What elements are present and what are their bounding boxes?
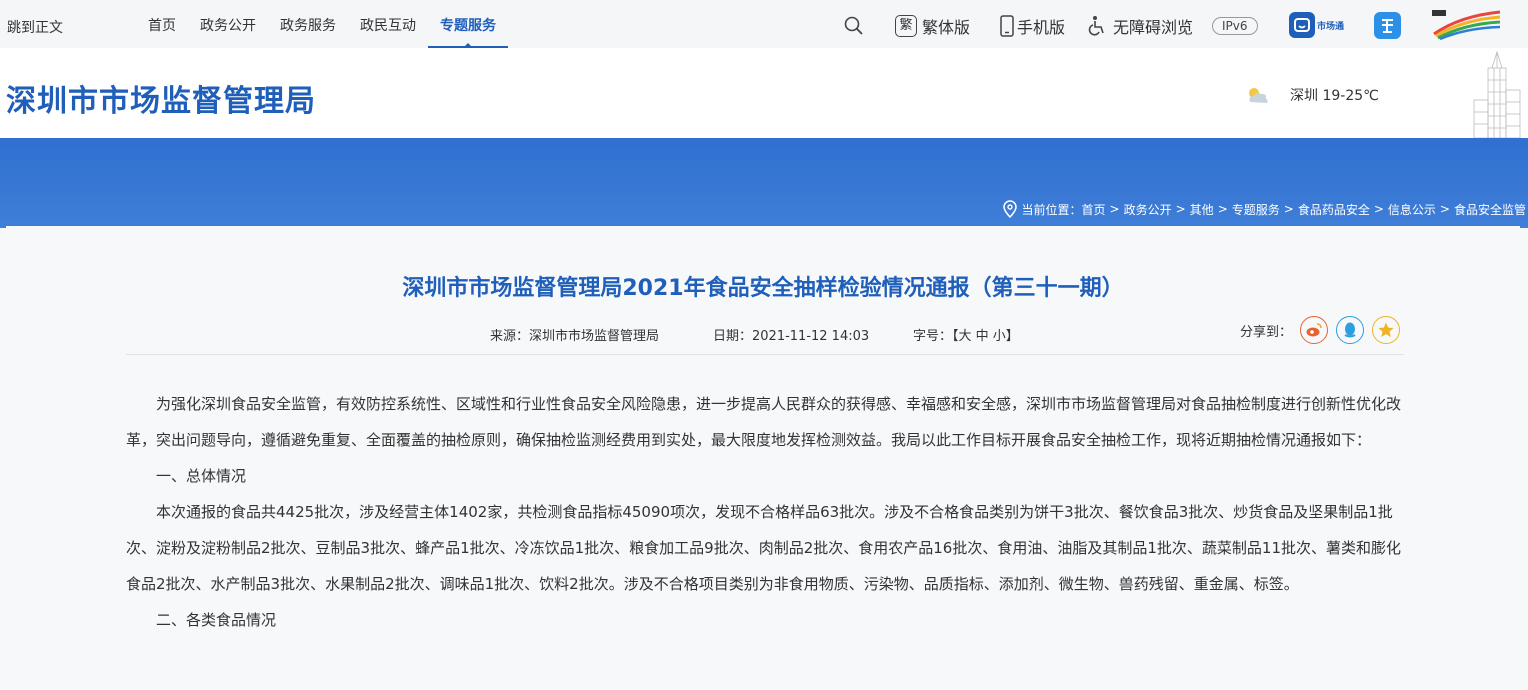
shenzhen-app-icon bbox=[1374, 11, 1401, 39]
breadcrumb-separator: > bbox=[1217, 202, 1228, 216]
accessibility-label: 无障碍浏览 bbox=[1113, 18, 1194, 37]
article-date: 日期：2021-11-12 14:03 bbox=[713, 329, 870, 344]
location-pin-icon bbox=[1002, 200, 1017, 218]
article-source: 来源：深圳市市场监督管理局 bbox=[490, 329, 660, 344]
shenzhen-china-logo-icon bbox=[1432, 10, 1501, 40]
site-title[interactable]: 深圳市市场监督管理局 bbox=[6, 76, 316, 120]
breadcrumb-separator: > bbox=[1109, 202, 1120, 216]
qq-icon bbox=[1344, 322, 1356, 338]
share-bar: 分享到： bbox=[1240, 316, 1401, 344]
top-nav-bar: 跳到正文 首页 政务公开 政务服务 政民互动 专题服务 繁 繁体版 手机版 无障… bbox=[0, 0, 1528, 48]
breadcrumb: 当前位置： 首页 > 政务公开 > 其他 > 专题服务 > 食品药品安全 > 信… bbox=[1002, 200, 1526, 218]
share-label: 分享到： bbox=[1240, 324, 1293, 340]
main-nav: 首页 政务公开 政务服务 政民互动 专题服务 bbox=[136, 0, 508, 48]
market-app-link[interactable]: 市场通 bbox=[1289, 11, 1344, 39]
weather-text: 深圳 19-25℃ bbox=[1290, 88, 1379, 104]
breadcrumb-item-gov-open[interactable]: 政务公开 bbox=[1124, 201, 1172, 218]
nav-special-services[interactable]: 专题服务 bbox=[428, 0, 508, 48]
breadcrumb-item-home[interactable]: 首页 bbox=[1082, 201, 1106, 218]
share-weibo-button[interactable] bbox=[1300, 316, 1329, 344]
skip-to-content-link[interactable]: 跳到正文 bbox=[7, 17, 63, 37]
section-heading: 一、总体情况 bbox=[156, 467, 247, 485]
section-heading: 二、各类食品情况 bbox=[156, 611, 277, 629]
nav-public-interaction[interactable]: 政民互动 bbox=[348, 0, 428, 48]
market-app-icon bbox=[1289, 12, 1315, 38]
traditional-icon: 繁 bbox=[895, 15, 917, 37]
article-body: 为强化深圳食品安全监管，有效防控系统性、区域性和行业性食品安全风险隐患，进一步提… bbox=[126, 386, 1406, 638]
search-button[interactable] bbox=[844, 14, 864, 38]
breadcrumb-item-other[interactable]: 其他 bbox=[1190, 201, 1214, 218]
qzone-star-icon bbox=[1378, 322, 1394, 337]
market-app-label: 市场通 bbox=[1317, 21, 1345, 32]
breadcrumb-separator: > bbox=[1439, 202, 1450, 216]
traditional-label: 繁体版 bbox=[922, 18, 971, 37]
article-title: 深圳市市场监督管理局2021年食品安全抽样检验情况通报（第三十一期） bbox=[402, 276, 1124, 301]
search-icon bbox=[844, 16, 863, 35]
ipv6-label: IPv6 bbox=[1212, 17, 1258, 35]
shenzhen-logo bbox=[1430, 8, 1502, 40]
font-size-selector[interactable]: 字号：【大 中 小】 bbox=[913, 325, 1019, 344]
nav-home[interactable]: 首页 bbox=[136, 0, 188, 48]
cloudy-weather-icon bbox=[1249, 88, 1268, 103]
breadcrumb-item-special[interactable]: 专题服务 bbox=[1232, 201, 1280, 218]
weibo-icon bbox=[1306, 323, 1322, 337]
article-container: 深圳市市场监督管理局2021年食品安全抽样检验情况通报（第三十一期） 来源：深圳… bbox=[6, 226, 1520, 690]
mobile-label: 手机版 bbox=[1017, 18, 1066, 37]
accessibility-link[interactable]: 无障碍浏览 bbox=[1088, 14, 1193, 38]
breadcrumb-separator: > bbox=[1373, 202, 1384, 216]
article-paragraph: 为强化深圳食品安全监管，有效防控系统性、区域性和行业性食品安全风险隐患，进一步提… bbox=[126, 395, 1402, 449]
traditional-chinese-toggle[interactable]: 繁 繁体版 bbox=[895, 14, 970, 38]
share-qzone-button[interactable] bbox=[1372, 316, 1401, 344]
breadcrumb-item-food-drug[interactable]: 食品药品安全 bbox=[1298, 201, 1370, 218]
breadcrumb-item-info-public[interactable]: 信息公示 bbox=[1388, 201, 1436, 218]
breadcrumb-prefix: 当前位置： bbox=[1021, 202, 1082, 217]
breadcrumb-item-food-safety[interactable]: 食品安全监管 bbox=[1454, 201, 1526, 218]
blue-banner: 当前位置： 首页 > 政务公开 > 其他 > 专题服务 > 食品药品安全 > 信… bbox=[0, 138, 1528, 228]
mobile-phone-icon bbox=[1000, 15, 1014, 37]
breadcrumb-separator: > bbox=[1175, 202, 1186, 216]
meta-divider bbox=[126, 354, 1404, 355]
nav-gov-affairs-open[interactable]: 政务公开 bbox=[188, 0, 268, 48]
weather-widget: 深圳 19-25℃ bbox=[1244, 84, 1379, 106]
share-qq-button[interactable] bbox=[1336, 316, 1365, 344]
building-illustration-icon bbox=[1473, 50, 1521, 138]
article-paragraph: 本次通报的食品共4425批次，涉及经营主体1402家，共检测食品指标45090项… bbox=[126, 503, 1401, 593]
ipv6-badge: IPv6 bbox=[1212, 14, 1258, 38]
nav-gov-services[interactable]: 政务服务 bbox=[268, 0, 348, 48]
site-header: 深圳市市场监督管理局 深圳 19-25℃ bbox=[0, 48, 1528, 138]
mobile-version-link[interactable]: 手机版 bbox=[1000, 14, 1065, 38]
breadcrumb-separator: > bbox=[1283, 202, 1294, 216]
shenzhen-app-link[interactable] bbox=[1374, 11, 1401, 39]
wheelchair-icon bbox=[1088, 16, 1104, 36]
